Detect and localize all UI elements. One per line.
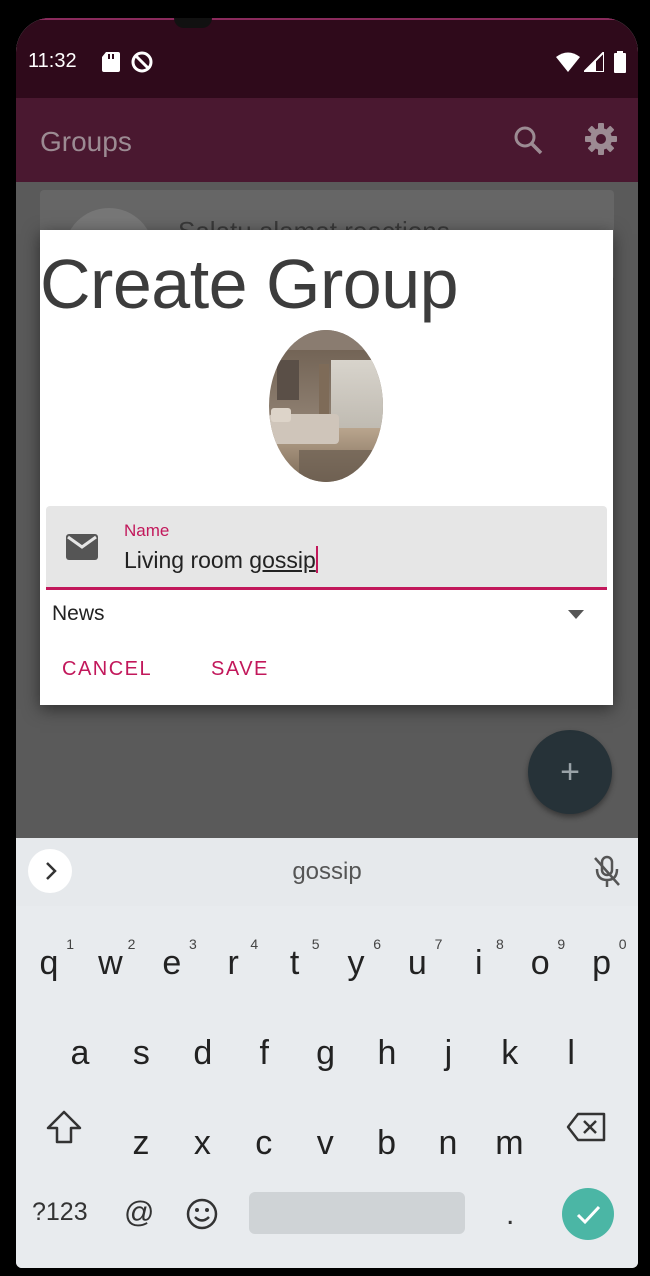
key-label: e	[162, 944, 182, 982]
add-group-button[interactable]: +	[528, 730, 612, 814]
key-label: r	[227, 944, 239, 982]
key-t[interactable]: 5t	[264, 936, 326, 983]
key-hint: 3	[189, 936, 197, 952]
key-f[interactable]: f	[233, 1034, 295, 1073]
key-z[interactable]: z	[110, 1124, 172, 1163]
spacebar[interactable]	[249, 1192, 465, 1234]
key-d[interactable]: d	[172, 1034, 234, 1073]
suggestion-word[interactable]: gossip	[16, 858, 638, 886]
key-hint: 7	[434, 936, 443, 952]
text-cursor	[315, 546, 318, 573]
name-field-value[interactable]: Living room gossip	[124, 546, 318, 574]
enter-key[interactable]	[562, 1188, 614, 1240]
key-p[interactable]: 0p	[571, 936, 633, 983]
mic-off-icon[interactable]	[592, 855, 622, 889]
key-e[interactable]: 3e	[141, 936, 203, 983]
search-icon[interactable]	[512, 124, 544, 156]
key-hint: 2	[127, 936, 136, 952]
key-h[interactable]: h	[356, 1034, 418, 1073]
name-field[interactable]: Name Living room gossip	[46, 506, 607, 590]
key-hint: 9	[557, 936, 566, 952]
key-hint: 5	[311, 936, 320, 952]
key-label: w	[98, 944, 123, 982]
key-i[interactable]: 8i	[448, 936, 510, 983]
category-select[interactable]: News	[52, 602, 105, 626]
key-label: u	[407, 944, 427, 982]
app-bar: Groups	[16, 98, 638, 182]
key-q[interactable]: 1q	[18, 936, 80, 983]
key-a[interactable]: a	[49, 1034, 111, 1073]
key-hint: 8	[496, 936, 504, 952]
cancel-button[interactable]: CANCEL	[62, 658, 152, 681]
soft-keyboard: 1q2w3e4r5t6y7u8i9o0p asdfghjkl zxcvbnm ?…	[16, 906, 638, 1268]
gear-icon[interactable]	[584, 122, 618, 156]
key-label: i	[475, 944, 483, 982]
key-l[interactable]: l	[540, 1034, 602, 1073]
key-o[interactable]: 9o	[509, 936, 571, 983]
status-bar: 11:32	[16, 18, 638, 98]
key-r[interactable]: 4r	[202, 936, 264, 983]
key-label: q	[39, 944, 59, 982]
group-image[interactable]	[269, 330, 383, 482]
check-icon	[576, 1205, 601, 1225]
dropdown-arrow-icon[interactable]	[568, 610, 584, 620]
name-value-composing: gossip	[249, 547, 316, 573]
symbols-key[interactable]: ?123	[32, 1198, 88, 1227]
key-c[interactable]: c	[233, 1124, 295, 1163]
key-n[interactable]: n	[417, 1124, 479, 1163]
emoji-icon[interactable]	[186, 1198, 218, 1230]
at-key[interactable]: @	[124, 1196, 154, 1230]
period-key[interactable]: .	[506, 1198, 514, 1232]
status-time: 11:32	[28, 50, 77, 72]
key-hint: 0	[618, 936, 627, 952]
key-x[interactable]: x	[171, 1124, 233, 1163]
key-label: o	[530, 944, 550, 982]
page-title: Groups	[40, 126, 132, 157]
plus-icon: +	[560, 753, 580, 791]
dnd-icon	[131, 51, 153, 73]
keyboard-suggestion-strip: gossip	[16, 838, 638, 906]
key-v[interactable]: v	[294, 1124, 356, 1163]
key-g[interactable]: g	[295, 1034, 357, 1073]
key-b[interactable]: b	[356, 1124, 418, 1163]
shift-icon[interactable]	[46, 1110, 82, 1144]
backspace-icon[interactable]	[566, 1112, 606, 1142]
key-w[interactable]: 2w	[79, 936, 141, 983]
save-button[interactable]: SAVE	[211, 658, 269, 681]
mail-icon	[66, 534, 98, 560]
key-m[interactable]: m	[478, 1124, 540, 1163]
create-group-dialog: Create Group Name Living room gossip New…	[40, 230, 613, 705]
key-k[interactable]: k	[479, 1034, 541, 1073]
dialog-title: Create Group	[40, 245, 459, 323]
key-s[interactable]: s	[110, 1034, 172, 1073]
key-y[interactable]: 6y	[325, 936, 387, 983]
wifi-icon	[556, 52, 580, 72]
cellular-icon	[584, 52, 604, 72]
key-label: p	[592, 944, 612, 982]
key-u[interactable]: 7u	[386, 936, 448, 983]
key-hint: 6	[373, 936, 381, 952]
camera-notch	[174, 18, 212, 28]
name-value-prefix: Living room	[124, 547, 250, 573]
key-hint: 1	[66, 936, 74, 952]
key-label: y	[347, 944, 365, 982]
sd-card-icon	[102, 52, 120, 72]
name-field-label: Name	[124, 521, 170, 540]
key-hint: 4	[250, 936, 259, 952]
key-label: t	[289, 944, 300, 982]
battery-icon	[614, 51, 626, 73]
key-j[interactable]: j	[417, 1034, 479, 1073]
phone-screen: 11:32 Groups Salatu alamat reactions + C…	[16, 18, 638, 1268]
